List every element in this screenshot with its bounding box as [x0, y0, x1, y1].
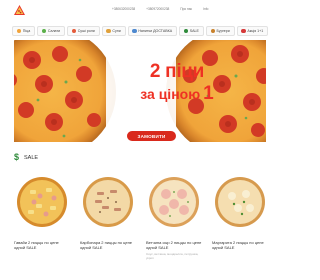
top-bar: +380632000238 +380972000238 Про нас Info	[0, 0, 280, 22]
burger-icon	[210, 28, 216, 34]
product-card[interactable]: Карбонара 2 пиццы по цене одной SALE	[80, 176, 136, 251]
category-soups[interactable]: Супи	[101, 26, 126, 36]
product-name[interactable]: Карбонара 2 пиццы по цене одной SALE	[80, 240, 136, 251]
category-label: SALE	[189, 29, 199, 33]
phone-link-1[interactable]: +380632000238	[112, 7, 135, 11]
banner-title-line1: 2 піци	[149, 61, 205, 82]
product-list: Гавайи 2 пиццы по цене одной SALE Карбон…	[14, 176, 268, 280]
section-title: SALE	[24, 154, 39, 161]
sale-section-header: $ SALE	[14, 153, 38, 162]
product-card[interactable]: Ветчина сыр 2 пиццы по цене одной SALE С…	[146, 176, 202, 260]
gift-icon	[241, 28, 246, 34]
category-label: Бургери	[216, 29, 230, 33]
pizza-image-hawaii	[17, 177, 67, 227]
header-links: +380632000238 +380972000238 Про нас Info	[112, 7, 208, 11]
salad-icon	[41, 28, 47, 34]
category-label: Суші роли	[77, 29, 95, 33]
category-promo[interactable]: Акція 1+1	[236, 26, 269, 36]
drink-icon	[132, 28, 137, 34]
pizza-image-margherita	[215, 177, 265, 227]
sushi-icon	[71, 28, 77, 34]
pizza-icon	[16, 28, 22, 34]
promo-banner[interactable]: 2 піци за ціною 1 ЗАМОВИТИ	[14, 40, 266, 142]
category-sushi[interactable]: Суші роли	[66, 26, 100, 36]
category-label: Салати	[47, 29, 61, 33]
phone-link-2[interactable]: +380972000238	[146, 7, 169, 11]
pizza-logo-icon[interactable]	[13, 4, 26, 17]
category-burgers[interactable]: Бургери	[205, 26, 235, 36]
pizza-image-carbonara	[83, 177, 133, 227]
category-label: Піца	[22, 29, 31, 33]
category-nav: Піца Салати Суші роли Супи Напитки ДОСТА…	[12, 26, 269, 36]
category-label: Напитки ДОСТАВКА	[138, 29, 173, 33]
dollar-icon	[183, 28, 189, 34]
info-link[interactable]: Info	[203, 7, 208, 11]
category-label: Супи	[112, 29, 121, 33]
product-description: Соус, ветчина, моцарелла, петрушка, укро…	[146, 251, 199, 260]
category-label: Акція 1+1	[247, 29, 264, 33]
banner-title-number: 1	[203, 82, 214, 104]
category-sale[interactable]: SALE	[178, 26, 204, 36]
banner-title-line2: за ціною 1	[122, 82, 232, 104]
product-name[interactable]: Гавайи 2 пиццы по цене одной SALE	[14, 240, 70, 251]
banner-title: 2 піци за ціною 1	[122, 62, 232, 104]
product-card[interactable]: Гавайи 2 пиццы по цене одной SALE	[14, 176, 70, 251]
banner-title-text: за ціною	[140, 85, 201, 102]
category-salads[interactable]: Салати	[37, 26, 65, 36]
product-card[interactable]: Маргарита 2 пиццы по цене одной SALE	[212, 176, 268, 251]
order-button[interactable]: ЗАМОВИТИ	[127, 131, 176, 141]
category-pizza[interactable]: Піца	[12, 26, 36, 36]
dollar-icon: $	[14, 152, 20, 162]
product-name[interactable]: Маргарита 2 пиццы по цене одной SALE	[212, 240, 268, 251]
about-link[interactable]: Про нас	[180, 7, 192, 11]
pizza-image-ham-cheese	[149, 177, 199, 227]
category-drinks[interactable]: Напитки ДОСТАВКА	[127, 26, 177, 36]
product-name[interactable]: Ветчина сыр 2 пиццы по цене одной SALE	[146, 240, 202, 251]
soup-icon	[106, 28, 111, 34]
